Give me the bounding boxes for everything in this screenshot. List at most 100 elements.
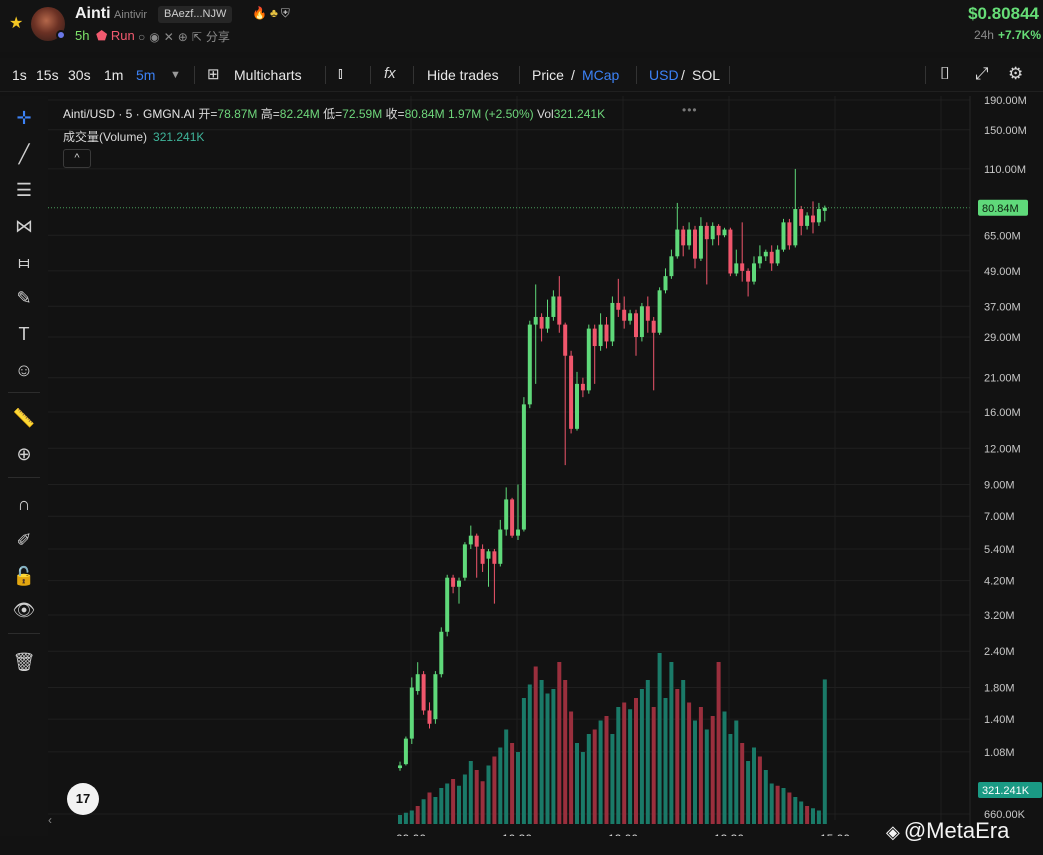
candle-body xyxy=(781,222,786,250)
volume-bar xyxy=(592,729,597,824)
legend-change: 1.97M (+2.50%) xyxy=(447,107,534,121)
last-price-label: 80.84M xyxy=(982,203,1019,215)
price-axis-label: 37.00M xyxy=(984,301,1021,313)
eye-icon[interactable]: 👁 xyxy=(11,597,37,623)
candle-body xyxy=(409,687,414,739)
volume-label: 成交量(Volume) xyxy=(63,130,148,144)
legend-vol: 321.241K xyxy=(553,107,606,121)
crosshair-icon[interactable]: ✛ xyxy=(11,105,37,131)
zoom-in-icon[interactable]: ⊕ xyxy=(11,441,37,467)
interval-1s[interactable]: 1s xyxy=(12,67,27,83)
interval-30s[interactable]: 30s xyxy=(68,67,91,83)
interval-15s[interactable]: 15s xyxy=(36,67,59,83)
volume-bar xyxy=(598,720,603,824)
favorite-star-icon[interactable]: ★ xyxy=(9,13,23,33)
sol-toggle[interactable]: SOL xyxy=(692,67,720,83)
watermark-text: @MetaEra xyxy=(903,818,1010,843)
candle-body xyxy=(693,229,697,259)
contract-address[interactable]: BAezf...NJW xyxy=(158,6,233,23)
hide-trades-button[interactable]: Hide trades xyxy=(427,67,499,83)
candle-body xyxy=(722,229,727,236)
candles-icon[interactable]: ⫾ xyxy=(338,65,343,82)
sidebar-divider xyxy=(8,477,40,478)
interval-1m[interactable]: 1m xyxy=(104,67,123,83)
price-chart[interactable]: 190.00M 150.00M 110.00M 65.00M 49.00M 37.00M 2… xyxy=(48,96,1043,836)
x-icon[interactable]: ✕ xyxy=(164,30,174,44)
share-label[interactable]: 分享 xyxy=(206,30,230,44)
volume-bar xyxy=(728,734,733,824)
volume-bar xyxy=(474,770,479,824)
price-toggle[interactable]: Price xyxy=(532,67,564,83)
volume-bar xyxy=(492,756,497,824)
mcap-toggle[interactable]: MCap xyxy=(582,67,619,83)
usd-toggle[interactable]: USD xyxy=(649,67,679,83)
volume-bar xyxy=(740,743,745,824)
search-icon[interactable]: ○ xyxy=(138,30,145,44)
text-icon[interactable]: T xyxy=(11,321,37,347)
horizontal-lines-icon[interactable]: ☰ xyxy=(11,177,37,203)
volume-bar xyxy=(651,707,656,824)
tradingview-logo[interactable]: 17 xyxy=(67,783,99,815)
plus-box-icon[interactable]: ⊞ xyxy=(207,65,220,83)
scroll-left-icon[interactable]: ‹ xyxy=(48,813,52,827)
avatar-badge-icon xyxy=(56,30,66,40)
trend-line-icon[interactable]: ╱ xyxy=(11,141,37,167)
volume-bar xyxy=(433,797,438,824)
website-icon[interactable]: ⊕ xyxy=(178,30,188,44)
ruler-icon[interactable]: 📏 xyxy=(11,405,37,431)
candle-body xyxy=(805,215,810,226)
chart-canvas[interactable]: 190.00M 150.00M 110.00M 65.00M 49.00M 37.00M 2… xyxy=(48,96,1043,836)
volume-bar xyxy=(722,711,727,824)
share-icon[interactable]: ⇱ xyxy=(192,30,202,44)
volume-bar xyxy=(704,729,709,824)
volume-bar xyxy=(409,810,414,824)
multicharts-button[interactable]: Multicharts xyxy=(234,67,302,83)
volume-bar xyxy=(645,680,650,824)
volume-bar xyxy=(527,684,532,824)
magnet-icon[interactable]: ∩ xyxy=(11,491,37,517)
candle-body xyxy=(545,316,550,329)
toggle-slash: / xyxy=(571,67,575,83)
candle-body xyxy=(645,306,650,321)
candle-body xyxy=(575,383,579,429)
status-badge: ⬟ Run xyxy=(96,28,135,43)
collapse-legend-button[interactable]: ^ xyxy=(63,149,91,168)
candle-body xyxy=(598,324,603,347)
trash-icon[interactable]: 🗑 xyxy=(11,649,37,675)
price-axis-label: 16.00M xyxy=(984,407,1021,419)
interval-5m[interactable]: 5m xyxy=(136,67,155,83)
chevron-down-icon[interactable]: ▼ xyxy=(170,69,181,81)
price-axis-label: 21.00M xyxy=(984,373,1021,385)
volume-bar xyxy=(569,711,574,824)
candle-body xyxy=(710,225,715,240)
candle-body xyxy=(822,207,827,211)
volume-bar xyxy=(398,815,402,824)
legend-high-label: 高= xyxy=(260,107,280,121)
lock-icon[interactable]: 🔓 xyxy=(11,563,37,589)
legend-symbol: Ainti/USD · 5 · GMGN.AI xyxy=(63,107,196,121)
volume-bar xyxy=(604,716,609,824)
pattern-icon[interactable]: ⋈ xyxy=(11,213,37,239)
indicators-icon[interactable]: fx xyxy=(384,65,396,82)
lock-drawing-icon[interactable]: ✐ xyxy=(11,527,37,553)
toolbar-divider xyxy=(636,66,637,84)
volume-bar xyxy=(681,680,686,824)
volume-bar xyxy=(551,689,556,824)
candle-body xyxy=(757,256,762,264)
volume-bar xyxy=(799,801,804,824)
toggle-slash: / xyxy=(681,67,685,83)
time-axis-label: 12:00 xyxy=(608,832,638,836)
telegram-icon[interactable]: ◉ xyxy=(149,30,159,44)
emoji-icon[interactable]: ☺ xyxy=(11,357,37,383)
brush-icon[interactable]: ✎ xyxy=(11,285,37,311)
candle-body xyxy=(551,296,556,317)
fib-icon[interactable]: ⧦ xyxy=(11,249,37,275)
legend-open: 78.87M xyxy=(217,107,258,121)
legend-more-icon[interactable]: ••• xyxy=(682,103,698,117)
settings-icon[interactable]: ⚙ xyxy=(1008,64,1023,84)
volume-bar xyxy=(510,743,515,824)
candle-body xyxy=(457,580,461,587)
fullscreen-icon[interactable]: ⤢ xyxy=(975,64,989,84)
candle-body xyxy=(793,209,798,246)
camera-icon[interactable]: ⌷ xyxy=(940,64,950,84)
